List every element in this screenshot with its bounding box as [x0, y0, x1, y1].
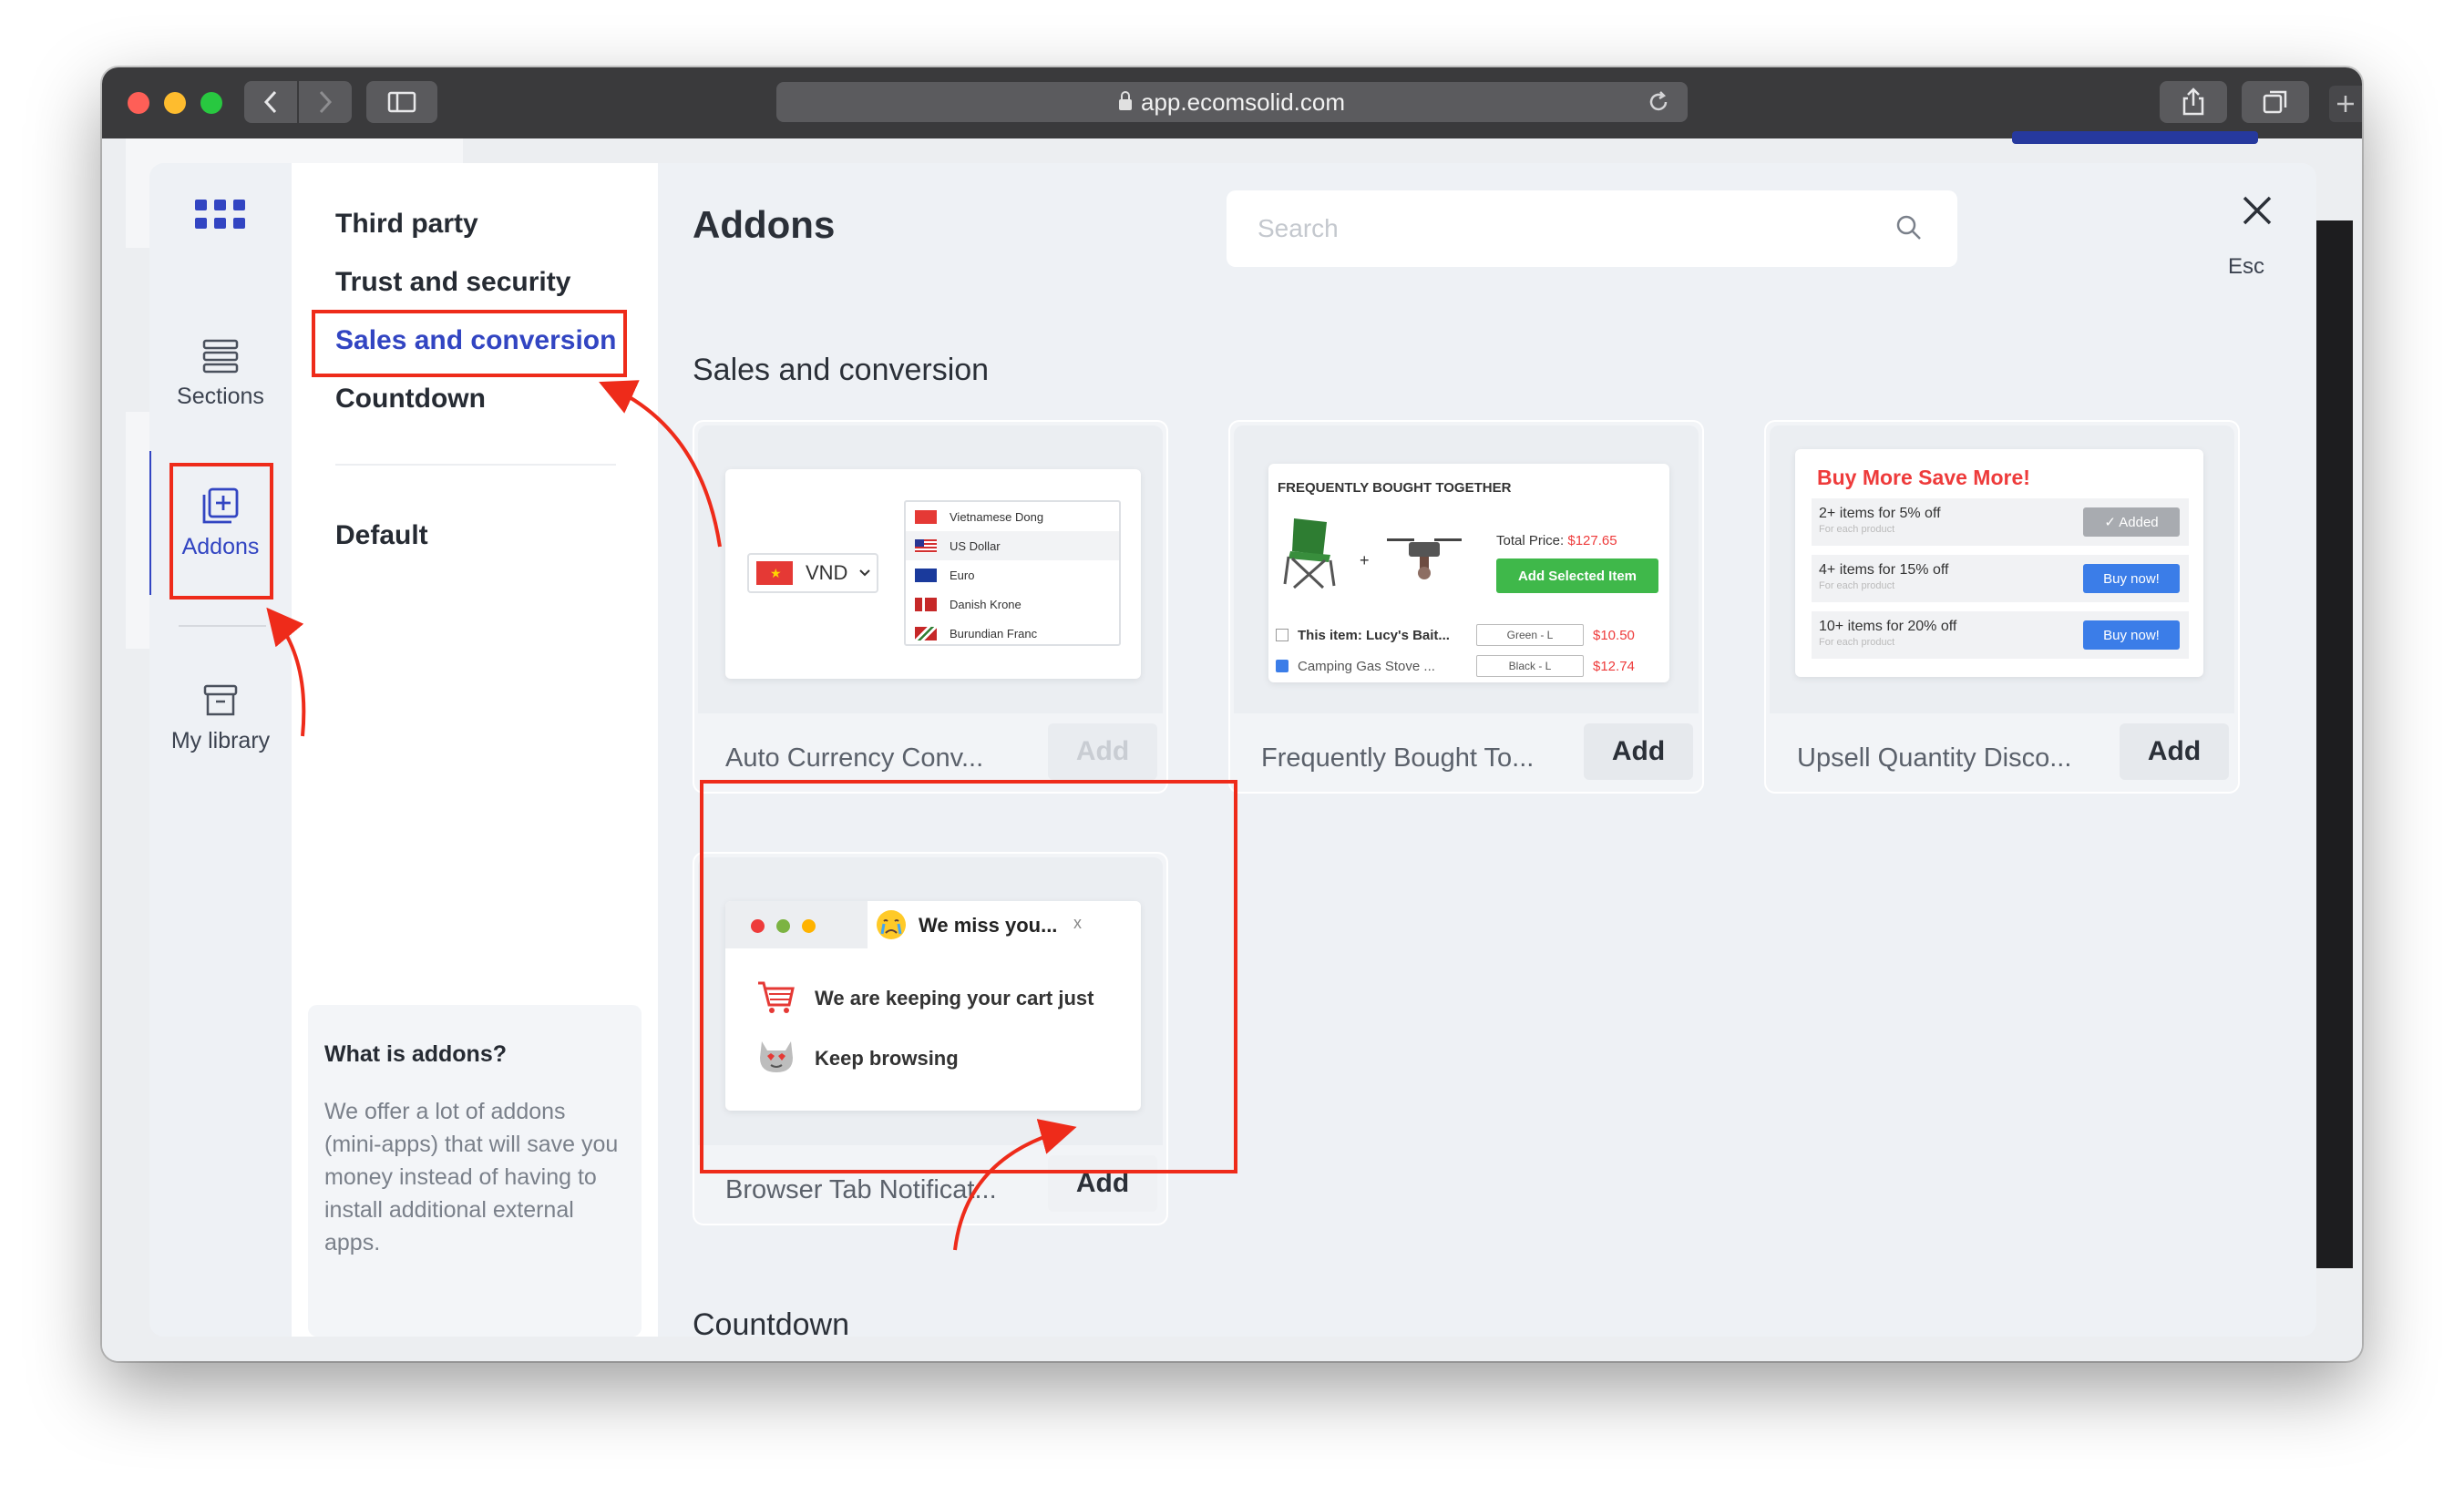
page-title: Addons: [693, 203, 836, 246]
addon-card-upsell-quantity[interactable]: Buy More Save More! 2+ items for 5% off …: [1764, 420, 2240, 794]
drone-icon: [1387, 538, 1462, 579]
back-button[interactable]: [244, 81, 297, 123]
addon-card-frequently-bought[interactable]: FREQUENTLY BOUGHT TOGETHER + Total Price…: [1228, 420, 1704, 794]
annotation-box-browser-tab: [700, 780, 1237, 1173]
search-icon[interactable]: [1895, 214, 1923, 241]
chevron-right-icon: [319, 90, 333, 114]
rail-item-library[interactable]: My library: [149, 682, 292, 754]
currency-list: Vietnamese Dong US Dollar Euro Danish Kr…: [904, 500, 1121, 646]
annotation-box-sales: [312, 310, 627, 377]
new-tab-button[interactable]: [2329, 86, 2362, 122]
camping-chair-icon: [1283, 518, 1336, 589]
card-title: Frequently Bought To...: [1261, 743, 1535, 773]
archive-icon: [203, 684, 238, 716]
tabs-overview-button[interactable]: [2242, 81, 2309, 123]
rail-divider: [179, 625, 266, 627]
plus-icon: [2337, 96, 2354, 112]
sidebar-toggle-button[interactable]: [366, 81, 437, 123]
close-icon[interactable]: [2235, 189, 2279, 232]
checkbox-checked-icon: [1276, 660, 1288, 672]
browser-titlebar: app.ecomsolid.com: [102, 67, 2362, 138]
sidebar-icon: [387, 91, 416, 113]
rail-item-sections[interactable]: Sections: [149, 338, 292, 410]
upsell-row: 10+ items for 20% off For each product B…: [1812, 611, 2189, 659]
fbt-heading: FREQUENTLY BOUGHT TOGETHER: [1278, 480, 1512, 496]
card-thumbnail: FREQUENTLY BOUGHT TOGETHER + Total Price…: [1234, 425, 1699, 713]
flag-icon: [915, 568, 937, 582]
card-thumbnail: ★ VND Vietnamese Dong US Dollar Euro Dan…: [698, 425, 1163, 713]
flag-icon: [915, 597, 937, 611]
flag-vietnam-icon: ★: [756, 561, 793, 585]
fbt-total-value: $127.65: [1567, 533, 1617, 548]
checkbox-icon: [1276, 629, 1288, 641]
help-title: What is addons?: [324, 1041, 507, 1067]
card-thumbnail: Buy More Save More! 2+ items for 5% off …: [1770, 425, 2234, 713]
reload-icon[interactable]: [1646, 89, 1671, 115]
grid-menu-icon[interactable]: [195, 200, 246, 233]
minimize-window-button[interactable]: [164, 92, 186, 114]
section-title-sales: Sales and conversion: [693, 353, 990, 387]
tabs-icon: [2263, 90, 2287, 114]
help-box: What is addons? We offer a lot of addons…: [308, 1005, 642, 1337]
fbt-total-label: Total Price:: [1496, 533, 1565, 548]
lock-icon: [1119, 91, 1132, 110]
card-title: Upsell Quantity Disco...: [1797, 743, 2072, 773]
add-button[interactable]: Add: [1048, 723, 1157, 780]
category-countdown[interactable]: Countdown: [335, 384, 486, 415]
annotation-box-addons: [169, 463, 273, 599]
flag-icon: [915, 626, 937, 640]
close-window-button[interactable]: [128, 92, 149, 114]
forward-button[interactable]: [299, 81, 352, 123]
category-default[interactable]: Default: [335, 520, 428, 551]
modal-rail: Sections Addons My library: [149, 163, 292, 1337]
category-divider: [335, 464, 616, 466]
upsell-row: 2+ items for 5% off For each product ✓ A…: [1812, 498, 2189, 546]
rail-label-sections: Sections: [177, 384, 264, 409]
maximize-window-button[interactable]: [200, 92, 222, 114]
search-box: [1227, 190, 1957, 267]
rail-label-library: My library: [170, 728, 271, 753]
fbt-add-selected-button: Add Selected Item: [1496, 558, 1658, 593]
share-icon: [2182, 87, 2204, 116]
address-bar[interactable]: app.ecomsolid.com: [776, 82, 1688, 122]
layers-icon: [202, 339, 239, 374]
add-button[interactable]: Add: [2120, 723, 2229, 780]
share-button[interactable]: [2160, 81, 2227, 123]
flag-icon: [915, 538, 937, 553]
plus-icon: +: [1360, 551, 1370, 569]
chevron-down-icon: [859, 569, 871, 577]
card-title: Auto Currency Conv...: [725, 743, 984, 773]
addon-card-currency[interactable]: ★ VND Vietnamese Dong US Dollar Euro Dan…: [693, 420, 1168, 794]
add-button[interactable]: Add: [1584, 723, 1693, 780]
currency-select: ★ VND: [747, 553, 878, 593]
category-trust-security[interactable]: Trust and security: [335, 267, 570, 298]
category-third-party[interactable]: Third party: [335, 209, 478, 240]
chevron-left-icon: [263, 90, 277, 114]
currency-selected: VND: [806, 561, 848, 584]
section-title-countdown: Countdown: [693, 1307, 850, 1337]
esc-hint: Esc: [2228, 254, 2265, 279]
url-text: app.ecomsolid.com: [1141, 87, 1345, 116]
card-title: Browser Tab Notificat...: [725, 1175, 997, 1204]
help-text: We offer a lot of addons (mini-apps) tha…: [324, 1099, 619, 1255]
upsell-heading: Buy More Save More!: [1817, 466, 2030, 489]
upsell-row: 4+ items for 15% off For each product Bu…: [1812, 555, 2189, 602]
flag-icon: [915, 509, 937, 524]
search-input[interactable]: [1258, 190, 1877, 267]
